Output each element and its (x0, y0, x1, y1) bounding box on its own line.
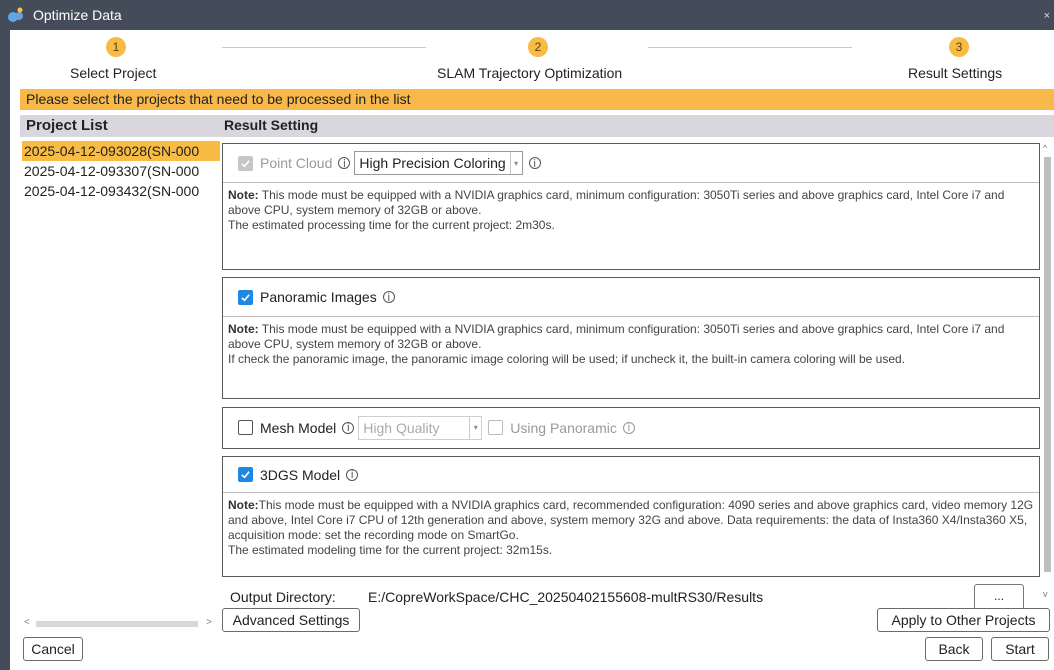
note-extra: If check the panoramic image, the panora… (228, 352, 906, 366)
gs3d-note: Note:This mode must be equipped with a N… (223, 493, 1039, 563)
cancel-button[interactable]: Cancel (23, 637, 83, 661)
point-cloud-mode-value: High Precision Coloring (359, 155, 506, 171)
project-list-scrollbar[interactable]: < > (22, 617, 218, 629)
note-title: Note: (228, 498, 259, 512)
mesh-header: Mesh Model i High Quality ▾ Using Panora… (223, 408, 1039, 447)
scroll-left-icon[interactable]: < (24, 617, 30, 628)
scroll-down-icon[interactable]: v (1043, 589, 1048, 599)
note-time: The estimated modeling time for the curr… (228, 543, 553, 557)
mesh-checkbox[interactable] (238, 420, 253, 435)
note-text: This mode must be equipped with a NVIDIA… (228, 498, 1034, 542)
note-text: This mode must be equipped with a NVIDIA… (228, 322, 1005, 351)
window-border (0, 30, 10, 670)
step-connector (222, 47, 426, 48)
mesh-label: Mesh Model (260, 419, 337, 436)
point-cloud-note: Note: This mode must be equipped with a … (223, 183, 1039, 238)
close-icon[interactable]: × (1044, 10, 1050, 22)
gs3d-checkbox[interactable] (238, 467, 253, 482)
gs3d-header: 3DGS Model i (223, 457, 1039, 493)
using-panoramic-checkbox[interactable] (488, 420, 504, 435)
info-icon[interactable]: i (346, 468, 359, 481)
back-button[interactable]: Back (925, 637, 983, 661)
scrollbar-thumb[interactable] (36, 621, 198, 627)
info-icon[interactable]: i (342, 421, 355, 434)
info-icon[interactable]: i (528, 157, 541, 170)
project-list: 2025-04-12-093028(SN-000 2025-04-12-0933… (22, 141, 220, 611)
project-item[interactable]: 2025-04-12-093028(SN-000 (22, 141, 220, 161)
panoramic-checkbox[interactable] (238, 289, 253, 305)
project-item[interactable]: 2025-04-12-093307(SN-000 (22, 161, 220, 181)
panoramic-panel: Panoramic Images i Note: This mode must … (222, 277, 1040, 399)
step-3-badge: 3 (949, 37, 969, 57)
advanced-settings-button[interactable]: Advanced Settings (222, 608, 360, 632)
point-cloud-checkbox[interactable] (238, 155, 253, 171)
step-2-label: SLAM Trajectory Optimization (437, 65, 623, 81)
step-1-badge: 1 (106, 37, 126, 57)
info-icon[interactable]: i (622, 421, 635, 434)
info-icon[interactable]: i (338, 157, 351, 170)
mesh-panel: Mesh Model i High Quality ▾ Using Panora… (222, 407, 1040, 449)
apply-to-other-projects-button[interactable]: Apply to Other Projects (877, 608, 1050, 632)
note-text: This mode must be equipped with a NVIDIA… (228, 188, 1005, 217)
panoramic-header: Panoramic Images i (223, 278, 1039, 317)
using-panoramic-label: Using Panoramic (510, 419, 617, 436)
scroll-right-icon[interactable]: > (206, 617, 212, 628)
result-setting-header: Result Setting (224, 117, 319, 133)
step-2-badge: 2 (528, 37, 548, 57)
scrollbar-thumb[interactable] (1044, 157, 1051, 572)
mesh-quality-select[interactable]: High Quality ▾ (358, 415, 483, 440)
info-icon[interactable]: i (382, 291, 395, 304)
chevron-down-icon[interactable]: ▾ (469, 416, 481, 439)
instruction-banner: Please select the projects that need to … (20, 89, 1054, 110)
scroll-up-icon[interactable]: ^ (1043, 143, 1047, 153)
window-title: Optimize Data (33, 7, 122, 23)
output-directory-label: Output Directory: (230, 589, 336, 605)
chevron-down-icon[interactable]: ▾ (509, 152, 522, 174)
note-title: Note: (228, 188, 259, 202)
point-cloud-mode-select[interactable]: High Precision Coloring ▾ (354, 151, 523, 175)
app-logo-icon (7, 6, 25, 24)
note-title: Note: (228, 322, 259, 336)
point-cloud-panel: Point Cloud i High Precision Coloring ▾ … (222, 143, 1040, 270)
step-connector (648, 47, 852, 48)
note-time: The estimated processing time for the cu… (228, 218, 555, 232)
project-item[interactable]: 2025-04-12-093432(SN-000 (22, 181, 220, 201)
output-directory-path[interactable]: E:/CopreWorkSpace/CHC_20250402155608-mul… (368, 589, 763, 605)
result-scrollbar[interactable]: ^ v (1042, 143, 1054, 603)
gs3d-panel: 3DGS Model i Note:This mode must be equi… (222, 456, 1040, 577)
step-1-label: Select Project (70, 65, 157, 81)
point-cloud-header: Point Cloud i High Precision Coloring ▾ … (223, 144, 1039, 183)
title-bar: Optimize Data × (0, 0, 1054, 30)
column-header-row: Project List Result Setting (20, 115, 1054, 137)
start-button[interactable]: Start (991, 637, 1049, 661)
mesh-quality-value: High Quality (363, 419, 440, 436)
panoramic-note: Note: This mode must be equipped with a … (223, 317, 1039, 372)
browse-button[interactable]: ... (974, 584, 1024, 610)
gs3d-label: 3DGS Model (260, 466, 341, 483)
point-cloud-label: Point Cloud (260, 155, 333, 171)
step-3-label: Result Settings (908, 65, 1003, 81)
panoramic-label: Panoramic Images (260, 289, 377, 305)
project-list-header: Project List (26, 117, 108, 134)
output-directory-row: Output Directory: E:/CopreWorkSpace/CHC_… (228, 588, 1040, 608)
